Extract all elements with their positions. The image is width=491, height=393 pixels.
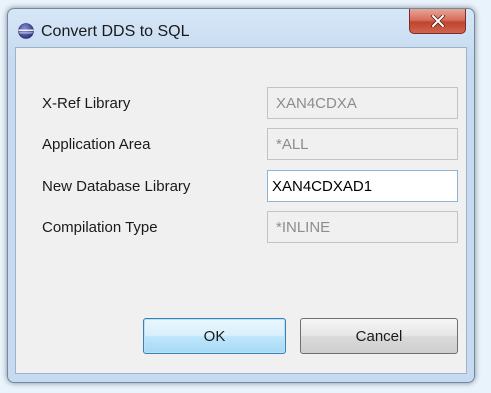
compilation-type-label: Compilation Type [42,219,158,236]
application-area-label: Application Area [42,136,151,153]
application-area-row: Application Area [16,126,466,162]
window-title: Convert DDS to SQL [41,23,190,40]
compilation-type-field [267,211,458,243]
close-button[interactable] [409,9,466,34]
new-database-library-label: New Database Library [42,178,191,195]
new-database-library-row: New Database Library [16,168,466,204]
dialog-body: X-Ref Library Application Area New Datab… [15,47,467,374]
xref-library-row: X-Ref Library [16,85,466,121]
xref-library-field [267,87,458,119]
title-bar[interactable]: Convert DDS to SQL [8,9,474,47]
compilation-type-row: Compilation Type [16,209,466,245]
dialog-window: Convert DDS to SQL X-Ref Library Applica… [7,8,475,383]
ok-button[interactable]: OK [143,318,286,354]
app-globe-icon [18,23,34,39]
cancel-button[interactable]: Cancel [300,318,458,354]
application-area-field [267,128,458,160]
new-database-library-input[interactable] [267,170,458,202]
close-icon [430,15,445,27]
xref-library-label: X-Ref Library [42,95,131,112]
